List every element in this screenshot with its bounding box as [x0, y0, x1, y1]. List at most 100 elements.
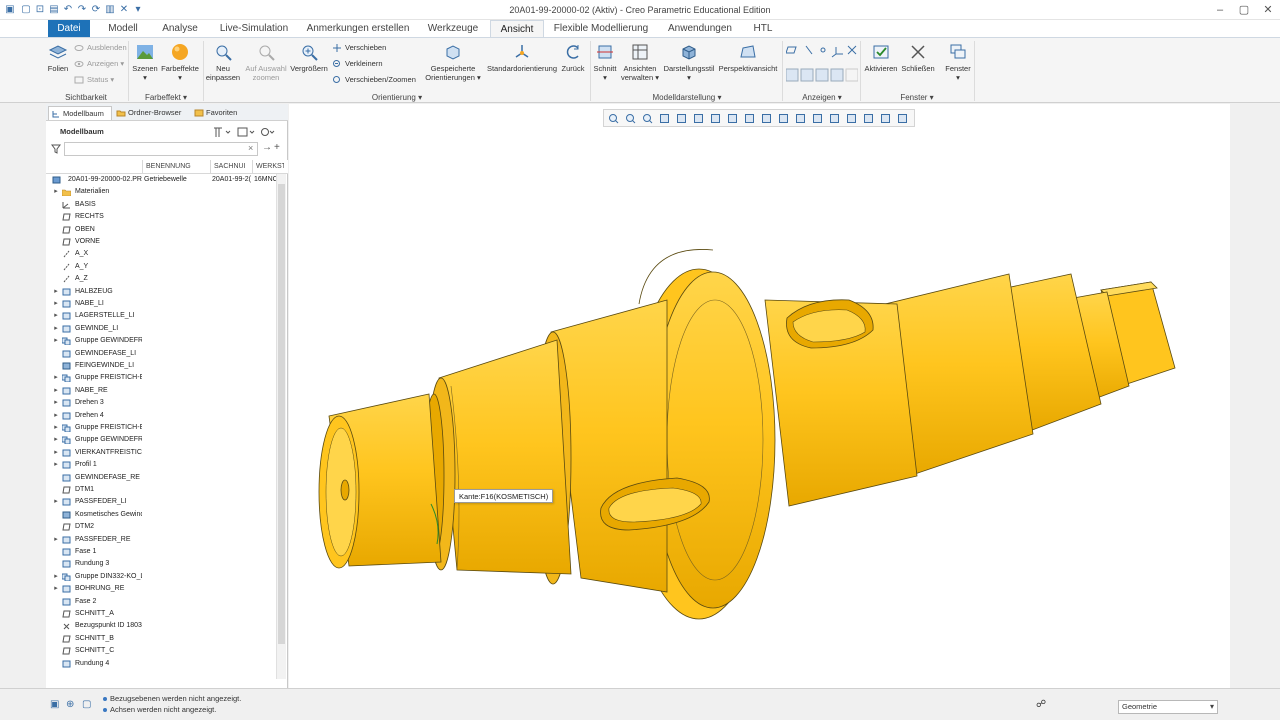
tree-row[interactable]: ▸ LAGERSTELLE_LI — [46, 310, 276, 322]
tree-row[interactable]: A_Z — [46, 273, 276, 285]
tree-row[interactable]: ▸ HALBZEUG — [46, 286, 276, 298]
expand-icon[interactable]: ▸ — [52, 186, 60, 198]
tree-row[interactable]: BASIS — [46, 199, 276, 211]
expand-icon[interactable]: ▸ — [52, 397, 60, 409]
binoculars-icon[interactable]: ☍ — [1036, 699, 1046, 710]
tree-row[interactable]: DTM1 — [46, 484, 276, 496]
expand-icon[interactable]: ▸ — [52, 310, 60, 322]
tree-row[interactable]: ▸ GEWINDE_LI — [46, 323, 276, 335]
tab-ansicht[interactable]: Ansicht — [490, 20, 544, 37]
expand-icon[interactable]: ▸ — [52, 459, 60, 471]
expand-icon[interactable]: ▸ — [52, 335, 60, 347]
vergroessern-button[interactable]: Vergrößern — [289, 42, 329, 73]
tab-anwendungen[interactable]: Anwendungen — [662, 20, 738, 37]
tree-row[interactable]: GEWINDEFASE_LI — [46, 348, 276, 360]
tree-row[interactable]: A_Y — [46, 261, 276, 273]
group-title-modelldarstellung[interactable]: Modelldarstellung ▾ — [592, 93, 782, 103]
ansichten-verwalten-button[interactable]: Ansichten verwalten ▾ — [620, 42, 660, 82]
datum-toggle-icons[interactable] — [785, 44, 859, 84]
tree-row[interactable]: ▸ NABE_RE — [46, 385, 276, 397]
column-benennung[interactable]: BENENNUNG — [146, 163, 208, 170]
fullscreen-icon[interactable]: ▢ — [82, 699, 91, 710]
plus-icon[interactable]: + — [274, 142, 280, 153]
verkleinern-button[interactable]: Verkleinern — [332, 58, 383, 70]
tree-row[interactable]: Bezugspunkt ID 1803 — [46, 620, 276, 632]
tree-row[interactable]: ▸ Gruppe FREISTICH-E_ — [46, 422, 276, 434]
tree-row[interactable]: ▸ Profil 1 — [46, 459, 276, 471]
fenster-button[interactable]: Fenster ▾ — [940, 42, 976, 82]
perspektivansicht-button[interactable]: Perspektivansicht — [716, 42, 780, 73]
farbeffekte-button[interactable]: Farbeffekte ▾ — [160, 42, 200, 82]
tree-row[interactable]: DTM2 — [46, 521, 276, 533]
expand-icon[interactable]: ▸ — [52, 571, 60, 583]
tree-row[interactable]: ▸ Drehen 3 — [46, 397, 276, 409]
group-title-orientierung[interactable]: Orientierung ▾ — [205, 93, 589, 103]
group-title-farbeffekt[interactable]: Farbeffekt ▾ — [130, 93, 202, 103]
tree-row[interactable]: SCHNITT_A — [46, 608, 276, 620]
chevron-down-icon[interactable]: ▾ — [1210, 702, 1214, 711]
expand-icon[interactable]: ▸ — [52, 372, 60, 384]
expand-icon[interactable]: ▸ — [52, 447, 60, 459]
tree-row[interactable]: SCHNITT_B — [46, 633, 276, 645]
tree-scrollbar[interactable] — [276, 174, 286, 679]
tab-werkzeuge[interactable]: Werkzeuge — [420, 20, 486, 37]
browser-icon[interactable]: ⊕ — [66, 699, 74, 710]
tree-row[interactable]: FEINGEWINDE_LI — [46, 360, 276, 372]
expand-icon[interactable]: ▸ — [52, 534, 60, 546]
clear-search-icon[interactable]: × — [248, 143, 253, 153]
schliessen-button[interactable]: Schließen — [900, 42, 936, 73]
tree-row[interactable]: Fase 1 — [46, 546, 276, 558]
auf-auswahl-zoomen-button[interactable]: Auf Auswahl zoomen — [243, 42, 289, 82]
ausblenden-button[interactable]: Ausblenden — [74, 42, 127, 54]
arrow-right-icon[interactable]: → — [262, 142, 272, 153]
verschieben-button[interactable]: Verschieben — [332, 42, 386, 54]
column-sachnummer[interactable]: SACHNUI — [214, 163, 252, 170]
tree-row[interactable]: Rundung 4 — [46, 658, 276, 670]
tree-row[interactable]: A_X — [46, 248, 276, 260]
tree-scrollbar-thumb[interactable] — [278, 184, 285, 644]
schnitt-button[interactable]: Schnitt ▾ — [592, 42, 618, 82]
tree-row[interactable]: ▸ Gruppe DIN332-KO_L — [46, 571, 276, 583]
tree-row[interactable]: RECHTS — [46, 211, 276, 223]
shaft-model[interactable] — [289, 104, 1230, 688]
tree-row[interactable]: ▸ PASSFEDER_LI — [46, 496, 276, 508]
tree-row[interactable]: ▸ PASSFEDER_RE — [46, 534, 276, 546]
close-button[interactable]: ✕ — [1256, 2, 1280, 18]
zurueck-button[interactable]: Zurück — [558, 42, 588, 73]
tree-row[interactable]: SCHNITT_C — [46, 645, 276, 657]
filter-icon[interactable] — [51, 144, 61, 154]
toggle-navigator-icon[interactable]: ▣ — [50, 699, 59, 710]
expand-icon[interactable]: ▸ — [52, 298, 60, 310]
expand-icon[interactable]: ▸ — [52, 496, 60, 508]
aktivieren-button[interactable]: Aktivieren — [862, 42, 900, 73]
graphics-window[interactable]: Kante:F16(KOSMETISCH) — [289, 104, 1230, 688]
tab-favoriten[interactable]: Favoriten — [192, 106, 248, 120]
tree-row[interactable]: ▸ Drehen 4 — [46, 410, 276, 422]
tab-modell[interactable]: Modell — [98, 20, 148, 37]
tree-row[interactable]: OBEN — [46, 224, 276, 236]
tree-row[interactable]: Rundung 3 — [46, 558, 276, 570]
tree-row[interactable]: ▸ NABE_LI — [46, 298, 276, 310]
expand-icon[interactable]: ▸ — [52, 583, 60, 595]
neu-einpassen-button[interactable]: Neu einpassen — [205, 42, 241, 82]
minimize-button[interactable]: – — [1208, 2, 1232, 18]
expand-icon[interactable]: ▸ — [52, 422, 60, 434]
verschieben-zoomen-button[interactable]: Verschieben/Zoomen — [332, 74, 416, 86]
tree-row[interactable]: GEWINDEFASE_RE — [46, 472, 276, 484]
selection-filter-select[interactable]: Geometrie — [1118, 700, 1218, 714]
expand-icon[interactable]: ▸ — [52, 410, 60, 422]
column-werkstoff[interactable]: WERKST — [256, 163, 284, 170]
expand-icon[interactable]: ▸ — [52, 434, 60, 446]
folien-button[interactable]: Folien — [44, 42, 72, 73]
tree-row[interactable]: ▸ VIERKANTFREISTICH — [46, 447, 276, 459]
tree-search-input[interactable] — [64, 142, 258, 156]
tab-htl[interactable]: HTL — [746, 20, 780, 37]
tree-row[interactable]: Fase 2 — [46, 596, 276, 608]
tab-anmerkungen[interactable]: Anmerkungen erstellen — [302, 20, 414, 37]
tab-live-simulation[interactable]: Live-Simulation — [212, 20, 296, 37]
group-title-anzeigen[interactable]: Anzeigen ▾ — [784, 93, 860, 103]
anzeigen-button[interactable]: Anzeigen ▾ — [74, 58, 124, 70]
tree-row[interactable]: ▸ Gruppe GEWINDEFRE — [46, 434, 276, 446]
gespeicherte-orientierungen-button[interactable]: Gespeicherte Orientierungen ▾ — [420, 42, 486, 82]
tab-ordner-browser[interactable]: Ordner-Browser — [114, 106, 190, 120]
